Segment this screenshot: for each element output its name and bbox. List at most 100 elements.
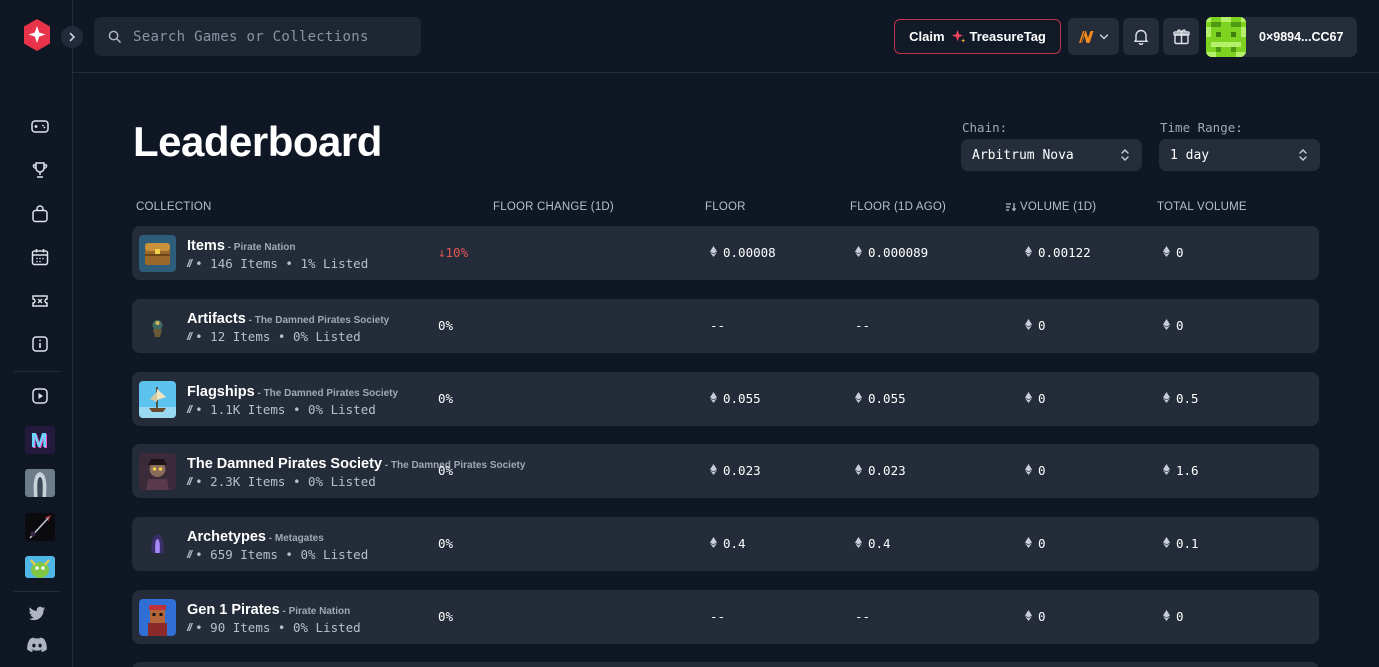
column-header-volume[interactable]: VOLUME (1D) [1005, 201, 1096, 213]
volume-value: 0 [1025, 609, 1046, 624]
eth-icon [1025, 536, 1032, 551]
table-row[interactable]: Flagships - The Damned Pirates Society /… [132, 372, 1319, 426]
nav-ticket-icon[interactable] [28, 289, 52, 313]
game-thumb-creature-icon[interactable] [25, 556, 55, 578]
collection-name: Flagships [187, 384, 255, 400]
arbitrum-nova-icon: // [187, 330, 192, 343]
eth-icon [1163, 245, 1170, 260]
table-row[interactable]: The Damned Pirates Society - The Damned … [132, 444, 1319, 498]
nav-calendar-icon[interactable] [28, 245, 52, 269]
collection-meta: //• 90 Items • 0% Listed [187, 620, 361, 635]
rewards-button[interactable] [1163, 18, 1199, 55]
claim-treasuretag-button[interactable]: Claim TreasureTag [894, 19, 1061, 54]
nav-games-icon[interactable] [28, 114, 52, 138]
arbitrum-nova-icon [1079, 30, 1094, 43]
twitter-icon[interactable] [25, 602, 49, 626]
sidebar-divider [14, 591, 60, 592]
game-thumb-metagates-icon[interactable]: MM [25, 426, 55, 454]
total-volume-value: 0.1 [1163, 536, 1199, 551]
table-row[interactable] [132, 662, 1319, 667]
expand-sidebar-button[interactable] [61, 26, 83, 48]
chain-select[interactable]: Arbitrum Nova [961, 139, 1142, 171]
collection-title[interactable]: Flagships - The Damned Pirates Society [187, 381, 398, 400]
treasure-logo-icon[interactable] [22, 18, 52, 52]
gift-icon [1172, 29, 1190, 45]
arbitrum-nova-icon: // [187, 475, 192, 488]
eth-icon [1025, 463, 1032, 478]
arbitrum-nova-icon: // [187, 548, 192, 561]
floor-change-value: 0% [438, 463, 454, 478]
eth-icon [1163, 609, 1170, 624]
collection-thumb-flagships-icon [139, 381, 176, 418]
floor-1d-ago-value: 0.023 [855, 463, 906, 478]
nav-shop-bag-icon[interactable] [28, 202, 52, 226]
page-title: Leaderboard [133, 118, 382, 165]
eth-icon [710, 391, 717, 406]
time-range-select[interactable]: 1 day [1159, 139, 1320, 171]
column-header-total-volume[interactable]: TOTAL VOLUME [1157, 201, 1247, 213]
collection-name: Items [187, 238, 225, 254]
bell-icon [1134, 29, 1148, 45]
chain-filter-label: Chain: [962, 120, 1008, 135]
column-header-volume-label: VOLUME (1D) [1020, 201, 1097, 213]
wallet-button[interactable]: 0×9894...CC67 [1206, 17, 1357, 57]
table-row[interactable]: Gen 1 Pirates - Pirate Nation //• 90 Ite… [132, 590, 1319, 644]
collection-thumb-damned-pirates-icon [139, 453, 176, 490]
eth-icon [1163, 536, 1170, 551]
floor-value: -- [710, 609, 726, 624]
collection-thumb-artifacts-icon [139, 308, 176, 345]
floor-1d-ago-value: 0.055 [855, 391, 906, 406]
floor-1d-ago-value: -- [855, 318, 871, 333]
svg-text:M: M [31, 430, 48, 452]
floor-value: 0.00008 [710, 245, 776, 260]
app: MM Claim TreasureTag [0, 0, 1379, 667]
chain-select-value: Arbitrum Nova [972, 147, 1074, 163]
collection-title[interactable]: Items - Pirate Nation [187, 235, 295, 254]
search-icon [108, 30, 121, 43]
game-thumb-sword-icon[interactable] [25, 513, 55, 541]
collection-game: - The Damned Pirates Society [382, 460, 526, 471]
collection-title[interactable]: Artifacts - The Damned Pirates Society [187, 308, 389, 327]
table-row[interactable]: Artifacts - The Damned Pirates Society /… [132, 299, 1319, 353]
nav-play-icon[interactable] [28, 384, 52, 408]
floor-change-value: 0% [438, 536, 454, 551]
floor-1d-ago-value: -- [855, 609, 871, 624]
treasuretag-label: TreasureTag [969, 29, 1046, 44]
collection-thumb-items-icon [139, 235, 176, 272]
collection-meta: //• 12 Items • 0% Listed [187, 329, 361, 344]
wallet-address: 0×9894...CC67 [1259, 30, 1344, 44]
table-row[interactable]: Items - Pirate Nation //• 146 Items • 1%… [132, 226, 1319, 280]
discord-icon[interactable] [25, 633, 49, 657]
nav-info-icon[interactable] [28, 332, 52, 356]
arbitrum-nova-icon: // [187, 257, 192, 270]
collection-title[interactable]: The Damned Pirates Society - The Damned … [187, 453, 525, 472]
eth-icon [1025, 609, 1032, 624]
sort-descending-icon [1006, 203, 1017, 212]
volume-value: 0 [1025, 536, 1046, 551]
chain-switcher-button[interactable] [1068, 18, 1119, 55]
floor-value: -- [710, 318, 726, 333]
collection-title[interactable]: Gen 1 Pirates - Pirate Nation [187, 599, 350, 618]
sidebar: MM [0, 0, 83, 667]
column-header-floor[interactable]: FLOOR [705, 201, 746, 213]
collection-game: - The Damned Pirates Society [245, 315, 390, 326]
total-volume-value: 0 [1163, 318, 1184, 333]
search-input[interactable] [133, 28, 413, 45]
collection-name: Artifacts [187, 311, 246, 327]
game-thumb-hooded-figure-icon[interactable] [25, 469, 55, 497]
collection-title[interactable]: Archetypes - Metagates [187, 526, 324, 545]
floor-change-value: 0% [438, 609, 454, 624]
notifications-button[interactable] [1123, 18, 1159, 55]
column-header-floor-1d-ago[interactable]: FLOOR (1D AGO) [850, 201, 946, 213]
table-row[interactable]: Archetypes - Metagates //• 659 Items • 0… [132, 517, 1319, 571]
nav-leaderboard-trophy-icon[interactable] [28, 158, 52, 182]
volume-value: 0 [1025, 463, 1046, 478]
arbitrum-nova-icon: // [187, 403, 192, 416]
search-box[interactable] [94, 17, 421, 56]
eth-icon [1025, 391, 1032, 406]
volume-value: 0 [1025, 391, 1046, 406]
column-header-floor-change[interactable]: FLOOR CHANGE (1D) [493, 201, 614, 213]
column-header-collection[interactable]: COLLECTION [136, 201, 212, 213]
eth-icon [1025, 318, 1032, 333]
collection-meta: //• 2.3K Items • 0% Listed [187, 474, 376, 489]
